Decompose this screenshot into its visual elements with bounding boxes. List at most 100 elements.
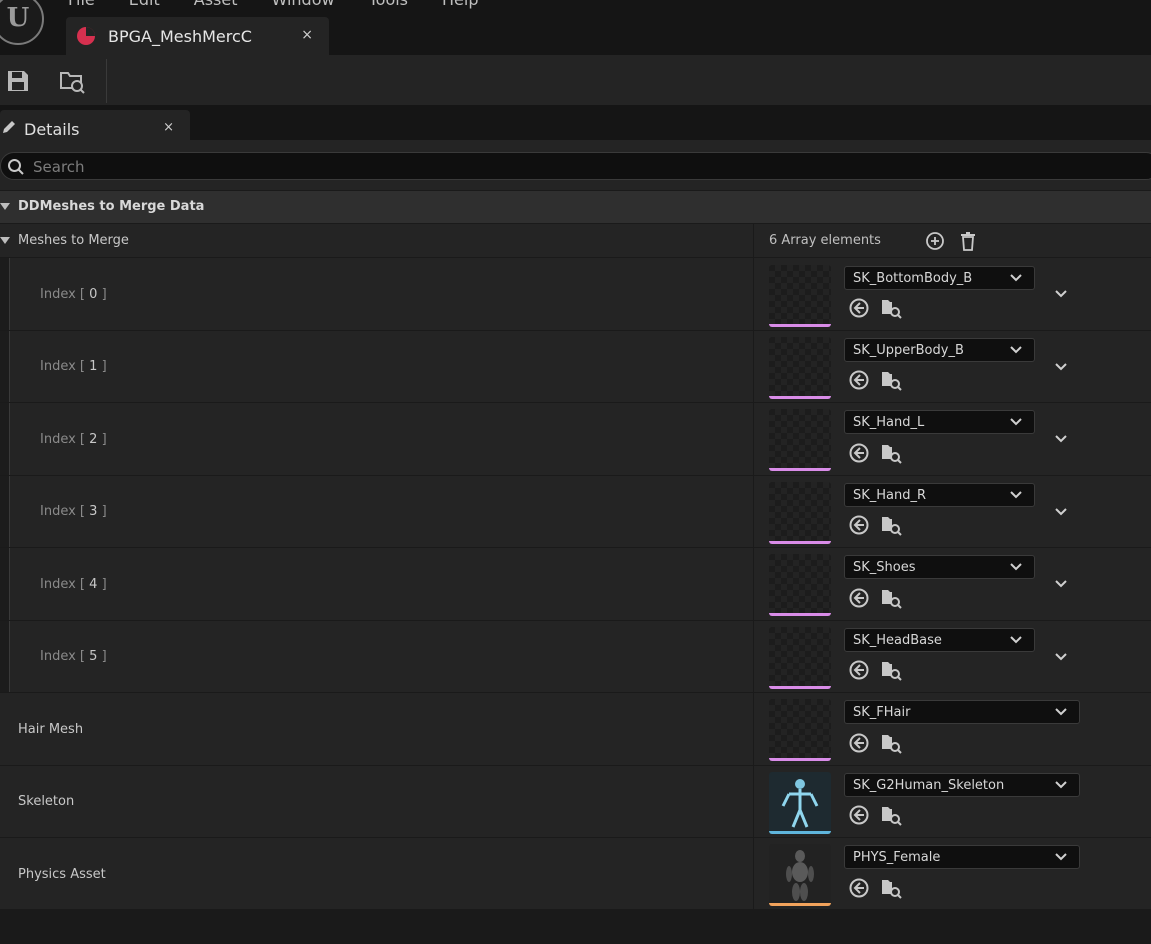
use-selected-icon[interactable] [848,732,870,754]
browse-to-asset-icon[interactable] [880,732,902,754]
category-label: DDMeshes to Merge Data [18,199,205,214]
index-label: Index [ 0 ] [40,287,107,302]
asset-picker-combo[interactable]: SK_UpperBody_B [844,338,1035,362]
expand-array-triangle-icon[interactable] [0,237,10,244]
close-details-icon[interactable]: × [163,120,174,135]
chevron-down-icon [1010,491,1022,499]
asset-thumbnail[interactable] [769,482,831,544]
asset-picker-combo[interactable]: SK_Hand_L [844,410,1035,434]
category-header[interactable]: DDMeshes to Merge Data [0,191,1151,223]
menu-edit[interactable]: Edit [129,0,160,9]
expand-chevron-icon[interactable] [1053,578,1069,590]
menu-asset[interactable]: Asset [194,0,238,9]
use-selected-icon[interactable] [848,804,870,826]
asset-thumbnail[interactable] [769,554,831,616]
column-divider[interactable] [753,476,754,547]
use-selected-icon[interactable] [848,659,870,681]
save-icon[interactable] [5,68,31,94]
asset-tab[interactable]: BPGA_MeshMercC × [66,17,329,55]
chevron-down-icon [1055,781,1067,789]
asset-type-strip [769,758,831,761]
asset-picker-combo[interactable]: SK_Shoes [844,555,1035,579]
property-row-skeleton: Skeleton SK_G2Human_Skeleton [0,766,1151,838]
asset-picker-value: SK_UpperBody_B [853,343,964,358]
browse-to-asset-icon[interactable] [880,804,902,826]
browse-to-asset-icon[interactable] [880,297,902,319]
array-element-row: Index [ 4 ] SK_Shoes [0,548,1151,621]
asset-thumbnail[interactable] [769,699,831,761]
index-label: Index [ 3 ] [40,504,107,519]
asset-type-strip [769,324,831,327]
close-tab-icon[interactable]: × [301,27,313,43]
expand-chevron-icon[interactable] [1053,651,1069,663]
delete-all-icon[interactable] [957,230,979,252]
column-divider[interactable] [753,693,754,765]
array-element-row: Index [ 0 ] SK_BottomBody_B [0,258,1151,331]
expand-chevron-icon[interactable] [1053,361,1069,373]
browse-to-asset-icon[interactable] [880,659,902,681]
asset-thumbnail[interactable] [769,409,831,471]
browse-to-asset-icon[interactable] [880,877,902,899]
array-element-row: Index [ 5 ] SK_HeadBase [0,621,1151,693]
property-label: Physics Asset [18,867,106,882]
column-divider[interactable] [753,258,754,330]
column-divider[interactable] [753,403,754,475]
use-selected-icon[interactable] [848,297,870,319]
physics-body-icon [786,850,814,901]
menu-tools[interactable]: Tools [369,0,408,9]
search-input[interactable] [31,156,635,178]
use-selected-icon[interactable] [848,877,870,899]
asset-picker-value: SK_FHair [853,705,911,720]
asset-picker-combo[interactable]: SK_BottomBody_B [844,266,1035,290]
chevron-down-icon [1055,853,1067,861]
asset-thumbnail[interactable] [769,337,831,399]
add-element-icon[interactable] [924,230,946,252]
use-selected-icon[interactable] [848,514,870,536]
property-row-hair-mesh: Hair Mesh SK_FHair [0,693,1151,766]
browse-to-asset-icon[interactable] [880,587,902,609]
skeleton-thumbnail[interactable] [769,772,831,834]
menu-help[interactable]: Help [442,0,478,9]
asset-picker-combo[interactable]: SK_Hand_R [844,483,1035,507]
browse-to-asset-icon[interactable] [880,442,902,464]
array-element-row: Index [ 2 ] SK_Hand_L [0,403,1151,476]
asset-picker-combo[interactable]: SK_G2Human_Skeleton [844,773,1080,797]
menu-file[interactable]: File [68,0,95,9]
indent-bar [0,476,10,547]
collapse-triangle-icon[interactable] [0,203,10,210]
column-divider[interactable] [753,548,754,620]
asset-type-strip [769,396,831,399]
asset-picker-combo[interactable]: SK_FHair [844,700,1080,724]
blueprint-asset-icon [77,27,95,45]
menu-bar: File Edit Asset Window Tools Help [68,0,513,9]
column-divider[interactable] [753,331,754,402]
asset-thumbnail[interactable] [769,627,831,689]
use-selected-icon[interactable] [848,442,870,464]
asset-type-strip [769,903,831,906]
browse-asset-icon[interactable] [59,68,85,94]
column-divider[interactable] [753,224,754,257]
column-divider[interactable] [753,838,754,909]
asset-picker-combo[interactable]: PHYS_Female [844,845,1080,869]
unreal-logo[interactable]: U [0,0,44,45]
use-selected-icon[interactable] [848,369,870,391]
asset-picker-combo[interactable]: SK_HeadBase [844,628,1035,652]
column-divider[interactable] [753,766,754,837]
browse-to-asset-icon[interactable] [880,369,902,391]
browse-to-asset-icon[interactable] [880,514,902,536]
chevron-down-icon [1010,563,1022,571]
expand-chevron-icon[interactable] [1053,506,1069,518]
physics-asset-thumbnail[interactable] [769,844,831,906]
column-divider[interactable] [753,621,754,692]
expand-chevron-icon[interactable] [1053,433,1069,445]
index-label: Index [ 1 ] [40,359,107,374]
array-element-row: Index [ 3 ] SK_Hand_R [0,476,1151,548]
expand-chevron-icon[interactable] [1053,288,1069,300]
array-label: Meshes to Merge [18,233,129,248]
index-label: Index [ 4 ] [40,577,107,592]
indent-bar [0,331,10,402]
indent-bar [0,621,10,692]
asset-thumbnail[interactable] [769,265,831,327]
menu-window[interactable]: Window [272,0,335,9]
use-selected-icon[interactable] [848,587,870,609]
